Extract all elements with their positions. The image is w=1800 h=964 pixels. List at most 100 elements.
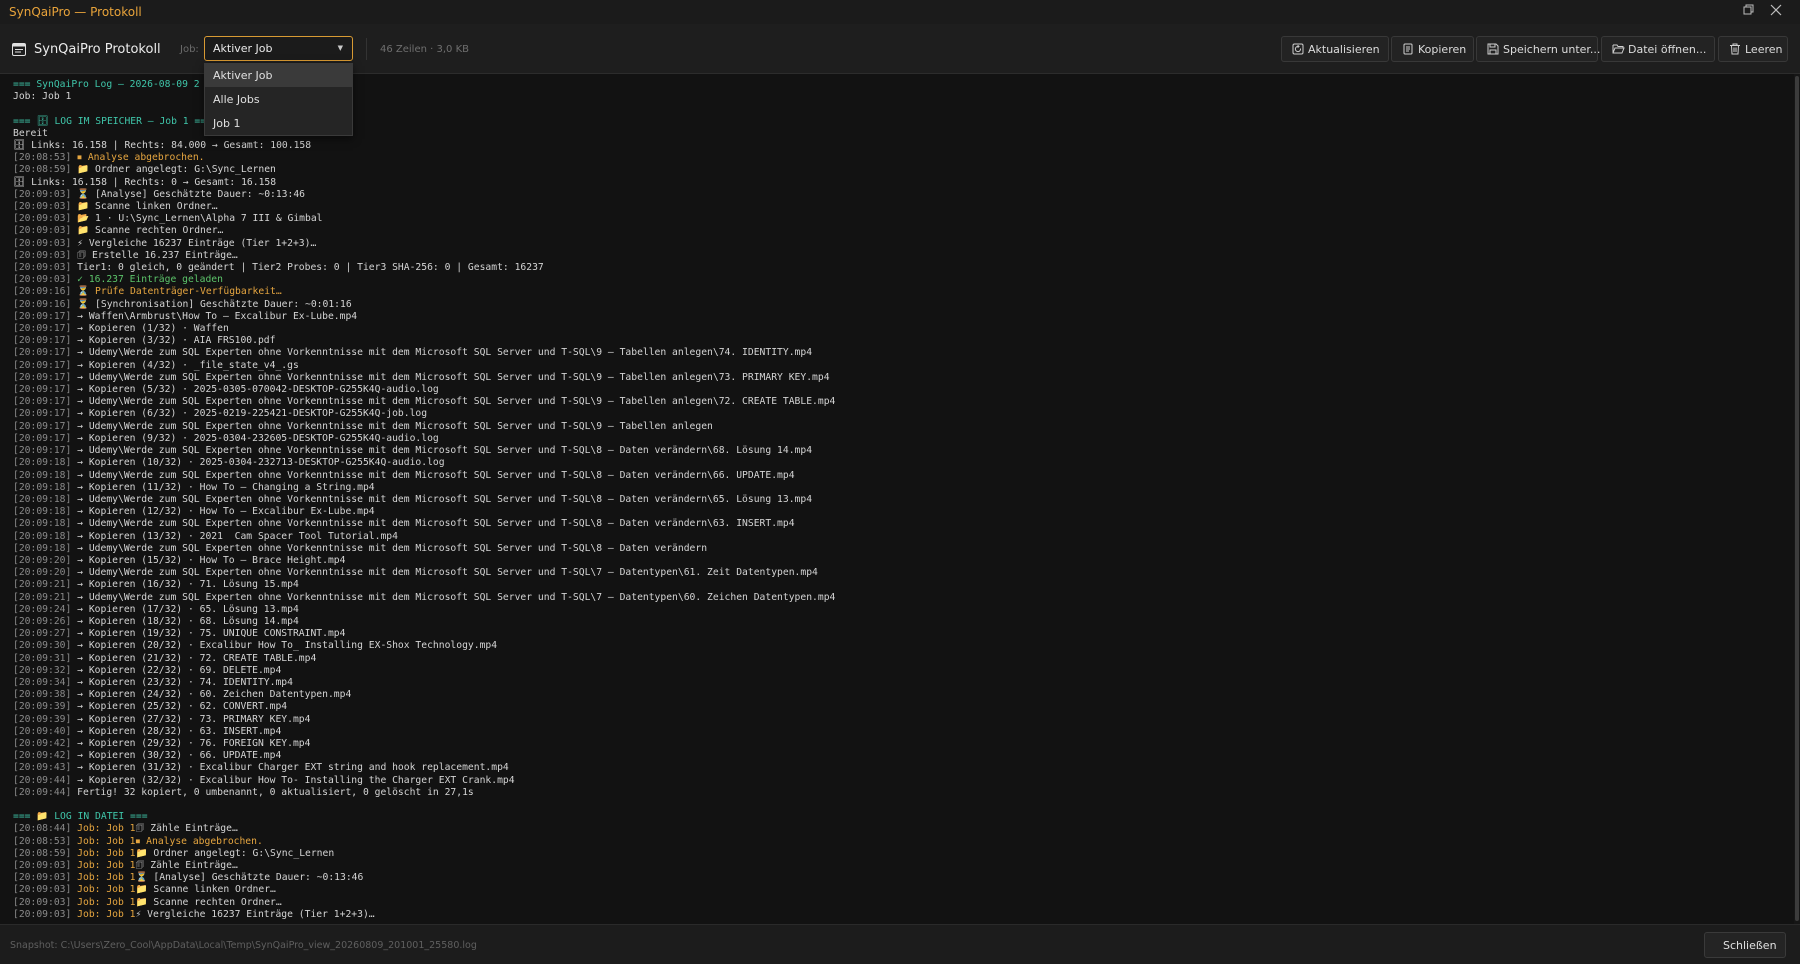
log-message: → Kopieren (32/32) · Excalibur How To- I…: [77, 774, 515, 786]
log-message: ⏳ [Analyse] Geschätzte Dauer: ~0:13:46: [135, 872, 364, 884]
log-timestamp: [20:09:18]: [13, 518, 78, 530]
job-option-job1[interactable]: Job 1: [205, 112, 352, 135]
log-message: → Kopieren (9/32) · 2025-0304-232605-DES…: [77, 432, 439, 444]
log-message: → Kopieren (31/32) · Excalibur Charger E…: [77, 762, 509, 774]
log-line: [20:09:20] → Kopieren (15/32) · How To –…: [13, 555, 345, 566]
log-line: [20:08:53] ⏹ Analyse abgebrochen.: [13, 152, 204, 163]
log-line: [20:09:18] → Udemy\Werde zum SQL Experte…: [13, 494, 812, 505]
log-message: 📁 Scanne rechten Ordner…: [135, 896, 282, 908]
title-bar: SynQaiPro — Protokoll: [0, 0, 1800, 24]
log-line: [20:09:40] → Kopieren (28/32) · 63. INSE…: [13, 726, 281, 737]
job-select[interactable]: Aktiver Job ▼: [204, 36, 353, 61]
log-timestamp: [20:09:24]: [13, 603, 78, 615]
log-line: [20:09:03] 📂 1 · U:\Sync_Lernen\Alpha 7 …: [13, 213, 323, 224]
log-timestamp: [20:09:26]: [13, 615, 78, 627]
log-message: → Udemy\Werde zum SQL Experten ohne Vork…: [77, 518, 795, 530]
log-message: → Kopieren (6/32) · 2025-0219-225421-DES…: [77, 408, 428, 420]
log-message: ⏹ Analyse abgebrochen.: [135, 835, 263, 847]
log-line: [20:09:03] 🗊 Erstelle 16.237 Einträge…: [13, 250, 238, 261]
log-line: [20:09:17] → Kopieren (5/32) · 2025-0305…: [13, 384, 439, 395]
log-timestamp: [20:09:18]: [13, 481, 78, 493]
restore-icon[interactable]: [1738, 2, 1760, 22]
log-message: Bereit: [13, 127, 48, 139]
log-timestamp: [20:09:17]: [13, 335, 78, 347]
log-message: → Kopieren (23/32) · 74. IDENTITY.mp4: [77, 676, 293, 688]
log-message: → Kopieren (28/32) · 63. INSERT.mp4: [77, 725, 282, 737]
log-message: 🗊 Zähle Einträge…: [135, 860, 238, 871]
log-line: [20:09:17] → Kopieren (4/32) · _file_sta…: [13, 360, 299, 371]
log-text: === SynQaiPro Log – 2026-08-09 2 Job: Jo…: [13, 79, 835, 921]
log-line: [20:09:18] → Udemy\Werde zum SQL Experte…: [13, 470, 795, 481]
log-line: [20:09:24] → Kopieren (17/32) · 65. Lösu…: [13, 604, 299, 615]
log-timestamp: [20:09:17]: [13, 396, 78, 408]
log-timestamp: [20:09:03]: [13, 225, 78, 237]
job-select-value: Aktiver Job: [213, 42, 273, 55]
refresh-icon: [1292, 43, 1304, 58]
log-line: [20:09:17] → Kopieren (1/32) · Waffen: [13, 323, 229, 334]
log-timestamp: [20:09:18]: [13, 530, 78, 542]
log-line: [20:09:21] → Kopieren (16/32) · 71. Lösu…: [13, 579, 299, 590]
log-timestamp: [20:09:21]: [13, 579, 78, 591]
close-button[interactable]: Schließen: [1704, 932, 1786, 958]
log-timestamp: [20:09:17]: [13, 445, 78, 457]
log-job-tag: Job: Job 1: [77, 847, 136, 859]
log-message: ⏹ Analyse abgebrochen.: [77, 152, 205, 164]
log-message: Tier1: 0 gleich, 0 geändert | Tier2 Prob…: [77, 262, 544, 274]
log-message: → Kopieren (3/32) · AIA FRS100.pdf: [77, 335, 276, 347]
log-line: [20:09:39] → Kopieren (27/32) · 73. PRIM…: [13, 714, 310, 725]
job-option-all[interactable]: Alle Jobs: [205, 88, 352, 111]
log-timestamp: [20:09:03]: [13, 896, 78, 908]
log-message: → Kopieren (22/32) · 69. DELETE.mp4: [77, 664, 282, 676]
log-line: [20:08:53] Job: Job 1⏹ Analyse abgebroch…: [13, 836, 263, 847]
log-line: [20:09:44] Fertig! 32 kopiert, 0 umbenan…: [13, 787, 474, 798]
log-message: → Kopieren (16/32) · 71. Lösung 15.mp4: [77, 579, 299, 591]
log-line: 🗄 Links: 16.158 | Rechts: 0 → Gesamt: 16…: [13, 177, 276, 188]
log-message: → Kopieren (17/32) · 65. Lösung 13.mp4: [77, 603, 299, 615]
trash-icon: [1729, 43, 1741, 58]
log-message: → Waffen\Armbrust\How To – Excalibur Ex-…: [77, 310, 358, 322]
log-line: [20:09:32] → Kopieren (22/32) · 69. DELE…: [13, 665, 281, 676]
refresh-button[interactable]: Aktualisieren: [1281, 36, 1389, 62]
log-message: === SynQaiPro Log – 2026-08-09 2: [13, 79, 200, 90]
window-title: SynQaiPro — Protokoll: [9, 5, 142, 19]
log-message: → Kopieren (12/32) · How To – Excalibur …: [77, 506, 375, 518]
log-timestamp: [20:09:40]: [13, 725, 78, 737]
log-timestamp: [20:09:17]: [13, 359, 78, 371]
copy-button[interactable]: Kopieren: [1391, 36, 1474, 62]
log-job-tag: Job: Job 1: [77, 823, 136, 835]
log-job-tag: Job: Job 1: [77, 896, 136, 908]
save-as-button[interactable]: Speichern unter...: [1476, 36, 1600, 62]
log-timestamp: [20:09:20]: [13, 554, 78, 566]
log-line: [20:09:17] → Udemy\Werde zum SQL Experte…: [13, 421, 713, 432]
log-message: → Kopieren (20/32) · Excalibur How To_ I…: [77, 640, 498, 652]
log-line: [20:09:17] → Udemy\Werde zum SQL Experte…: [13, 445, 812, 456]
save-icon: [1487, 43, 1499, 58]
open-file-button-label: Datei öffnen...: [1628, 43, 1707, 56]
log-line: Bereit: [13, 128, 48, 139]
log-message: → Kopieren (19/32) · 75. UNIQUE CONSTRAI…: [77, 628, 346, 640]
scrollbar-thumb[interactable]: [1795, 76, 1799, 921]
log-message: 🗊 Erstelle 16.237 Einträge…: [77, 249, 238, 261]
log-line: [20:09:43] → Kopieren (31/32) · Excalibu…: [13, 762, 509, 773]
log-view[interactable]: === SynQaiPro Log – 2026-08-09 2 Job: Jo…: [0, 74, 1794, 924]
log-timestamp: [20:09:17]: [13, 371, 78, 383]
log-message: → Udemy\Werde zum SQL Experten ohne Vork…: [77, 445, 813, 457]
log-timestamp: [20:09:17]: [13, 432, 78, 444]
log-message: → Udemy\Werde zum SQL Experten ohne Vork…: [77, 591, 836, 603]
open-file-button[interactable]: Datei öffnen...: [1601, 36, 1715, 62]
log-timestamp: [20:09:42]: [13, 737, 78, 749]
log-timestamp: [20:09:38]: [13, 689, 78, 701]
log-line: [20:09:18] → Kopieren (12/32) · How To –…: [13, 506, 375, 517]
clear-button[interactable]: Leeren: [1718, 36, 1788, 62]
log-line: [20:09:17] → Kopieren (6/32) · 2025-0219…: [13, 408, 427, 419]
log-timestamp: [20:09:03]: [13, 860, 78, 871]
close-icon[interactable]: [1765, 2, 1787, 22]
log-line: [20:08:44] Job: Job 1🗊 Zähle Einträge…: [13, 823, 238, 834]
log-message: 📁 Scanne linken Ordner…: [135, 884, 276, 896]
toolbar-divider: [366, 38, 367, 60]
log-timestamp: [20:09:18]: [13, 506, 78, 518]
job-option-active[interactable]: Aktiver Job: [205, 64, 352, 87]
log-line: [20:09:17] → Udemy\Werde zum SQL Experte…: [13, 396, 835, 407]
log-message: 🗄 Links: 16.158 | Rechts: 0 → Gesamt: 16…: [13, 176, 277, 188]
log-message: 📁 Scanne linken Ordner…: [77, 201, 218, 213]
